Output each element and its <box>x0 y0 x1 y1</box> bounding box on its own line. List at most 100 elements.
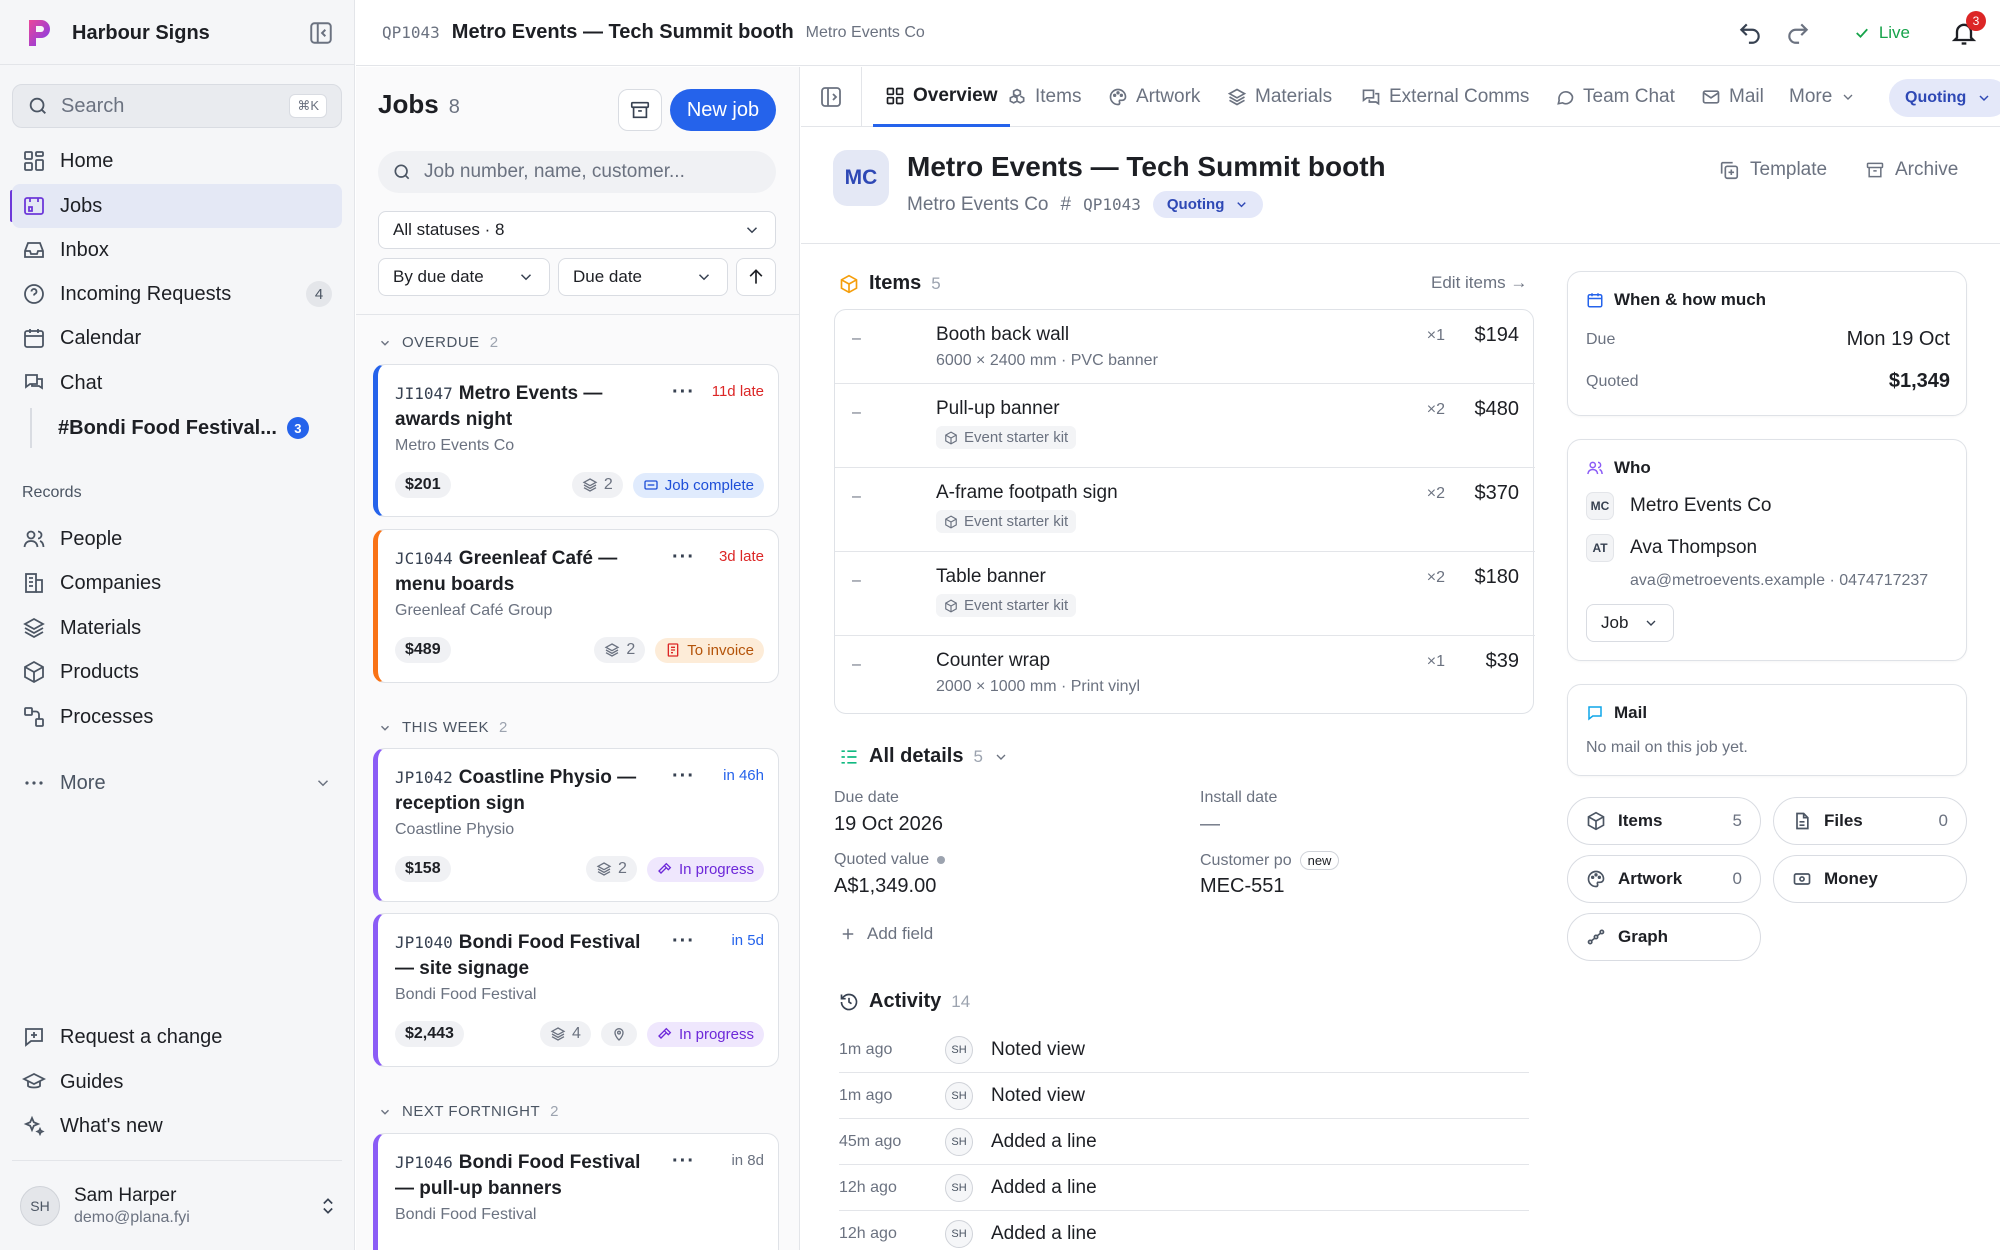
tab-materials[interactable]: Materials <box>1227 67 1332 127</box>
drag-handle-icon[interactable]: – <box>852 656 861 674</box>
item-row[interactable]: – A-frame footpath sign Event starter ki… <box>835 468 1535 552</box>
tab-overview[interactable]: Overview <box>873 67 1010 127</box>
group-header-this-week[interactable]: THIS WEEK 2 <box>378 719 508 736</box>
group-header-overdue[interactable]: OVERDUE 2 <box>378 334 499 351</box>
edit-items-link[interactable]: Edit items → <box>1431 273 1527 293</box>
undo-icon[interactable] <box>1737 20 1763 46</box>
quoted-value: A$1,349.00 <box>834 875 937 897</box>
card-menu-button[interactable]: ··· <box>672 1150 695 1173</box>
jobs-search-input[interactable]: Job number, name, customer... <box>378 151 776 193</box>
job-card[interactable]: JI1047 Metro Events — awards night ··· 11… <box>373 364 779 517</box>
sidebar-item-calendar[interactable]: Calendar <box>12 316 342 360</box>
company-link[interactable]: Metro Events Co <box>907 194 1049 216</box>
job-company[interactable]: Metro Events Co <box>806 24 925 42</box>
card-menu-button[interactable]: ··· <box>672 546 695 569</box>
quick-money-button[interactable]: Money <box>1773 855 1967 903</box>
archive-job-button[interactable]: Archive <box>1865 159 1958 181</box>
job-card-price: $2,443 <box>395 1021 464 1047</box>
sidebar-item-processes[interactable]: Processes <box>12 695 342 739</box>
tab-mail[interactable]: Mail <box>1701 67 1764 127</box>
company-row[interactable]: MC Metro Events Co <box>1586 492 1772 520</box>
install-date-value[interactable]: — <box>1200 813 1220 836</box>
sidebar-item-jobs[interactable]: Jobs <box>12 184 342 228</box>
job-card-code: JC1044 <box>395 549 453 568</box>
item-row[interactable]: – Pull-up banner Event starter kit ×2 $4… <box>835 384 1535 468</box>
item-row[interactable]: – Counter wrap 2000 × 1000 mm · Print vi… <box>835 636 1535 713</box>
user-menu[interactable]: SH Sam Harper demo@plana.fyi <box>20 1178 338 1234</box>
item-qty: ×2 <box>1426 401 1445 418</box>
sidebar-item-home[interactable]: Home <box>12 139 342 183</box>
sparkles-icon <box>23 1115 45 1137</box>
redo-icon[interactable] <box>1785 20 1811 46</box>
job-card[interactable]: JC1044 Greenleaf Café — menu boards ··· 3… <box>373 529 779 683</box>
status-filter-select[interactable]: All statuses · 8 <box>378 211 776 249</box>
new-job-button[interactable]: New job <box>670 89 776 131</box>
sidebar-collapse-icon[interactable] <box>308 20 334 46</box>
field-label: Due date <box>834 789 899 806</box>
tab-external-comms[interactable]: External Comms <box>1361 67 1529 127</box>
group-header-next-fortnight[interactable]: NEXT FORTNIGHT 2 <box>378 1103 559 1120</box>
card-title: Who <box>1614 458 1651 477</box>
drag-handle-icon[interactable]: – <box>852 572 861 590</box>
card-menu-button[interactable]: ··· <box>672 765 695 788</box>
sidebar-item-chat[interactable]: Chat <box>12 361 342 405</box>
due-date-value[interactable]: 19 Oct 2026 <box>834 813 943 836</box>
job-card[interactable]: JP1042 Coastline Physio — reception sign … <box>373 748 779 902</box>
sidebar-item-label: People <box>60 527 123 550</box>
archive-button[interactable] <box>618 89 662 131</box>
drag-handle-icon[interactable]: – <box>852 330 861 348</box>
all-details-header[interactable]: All details 5 <box>839 745 1009 768</box>
tab-items[interactable]: Items <box>1007 67 1081 127</box>
sidebar-item-companies[interactable]: Companies <box>12 561 342 605</box>
card-menu-button[interactable]: ··· <box>672 930 695 953</box>
page-title[interactable]: Metro Events — Tech Summit booth <box>907 151 1386 183</box>
panel-toggle-icon[interactable] <box>819 85 843 109</box>
quick-items-button[interactable]: Items 5 <box>1567 797 1761 845</box>
inbox-icon <box>24 242 44 258</box>
tab-more[interactable]: More <box>1789 67 1856 127</box>
sidebar-item-materials[interactable]: Materials <box>12 606 342 650</box>
sort-direction-button[interactable] <box>736 258 776 296</box>
sidebar-item-inbox[interactable]: Inbox <box>12 228 342 272</box>
sidebar-item-label: Materials <box>60 616 142 639</box>
sort-field-select[interactable]: Due date <box>558 258 728 296</box>
quick-artwork-button[interactable]: Artwork 0 <box>1567 855 1761 903</box>
sidebar-item-people[interactable]: People <box>12 517 342 561</box>
sidebar-item-guides[interactable]: Guides <box>12 1060 342 1104</box>
chat-channel-bondi[interactable]: #Bondi Food Festival... 3 <box>30 408 342 448</box>
item-row[interactable]: – Table banner Event starter kit ×2 $180 <box>835 552 1535 636</box>
sidebar-search[interactable]: Search ⌘K <box>12 84 342 128</box>
quick-files-button[interactable]: Files 0 <box>1773 797 1967 845</box>
role-select[interactable]: Job <box>1586 604 1674 642</box>
job-card[interactable]: JP1046 Bondi Food Festival — pull-up bann… <box>373 1133 779 1250</box>
package-icon <box>945 430 957 445</box>
sidebar-item-whats-new[interactable]: What's new <box>12 1104 342 1148</box>
item-row[interactable]: – Booth back wall 6000 × 2400 mm · PVC b… <box>835 310 1535 384</box>
drag-handle-icon[interactable]: – <box>852 488 861 506</box>
job-card[interactable]: JP1040 Bondi Food Festival — site signage… <box>373 913 779 1067</box>
stage-dropdown[interactable]: Quoting <box>1889 79 2000 117</box>
add-field-button[interactable]: Add field <box>839 924 933 944</box>
tab-team-chat[interactable]: Team Chat <box>1555 67 1675 127</box>
sidebar-item-request-change[interactable]: Request a change <box>12 1015 342 1059</box>
tab-label: Team Chat <box>1583 86 1675 107</box>
card-menu-button[interactable]: ··· <box>672 381 695 404</box>
jobs-panel: Jobs 8 New job Job number, name, custome… <box>356 67 800 1250</box>
notifications-button[interactable]: 3 <box>1950 11 1986 47</box>
sidebar-item-products[interactable]: Products <box>12 650 342 694</box>
sidebar-item-incoming-requests[interactable]: Incoming Requests 4 <box>12 272 342 316</box>
tab-artwork[interactable]: Artwork <box>1108 67 1200 127</box>
template-button[interactable]: Template <box>1718 159 1827 181</box>
customer-po-value[interactable]: MEC-551 <box>1200 875 1284 898</box>
due-value[interactable]: Mon 19 Oct <box>1847 328 1950 351</box>
brand[interactable]: Harbour Signs <box>22 16 210 50</box>
stage-badge[interactable]: Quoting <box>1152 191 1264 218</box>
quick-graph-button[interactable]: Graph <box>1567 913 1761 961</box>
sidebar-more-toggle[interactable]: More <box>12 761 342 805</box>
jobs-icon <box>24 197 44 215</box>
drag-handle-icon[interactable]: – <box>852 404 861 422</box>
group-by-select[interactable]: By due date <box>378 258 550 296</box>
item-meta: 6000 × 2400 mm · PVC banner <box>936 352 1158 369</box>
contact-row[interactable]: AT Ava Thompson <box>1586 534 1757 562</box>
layers-count: 4 <box>572 1025 581 1042</box>
